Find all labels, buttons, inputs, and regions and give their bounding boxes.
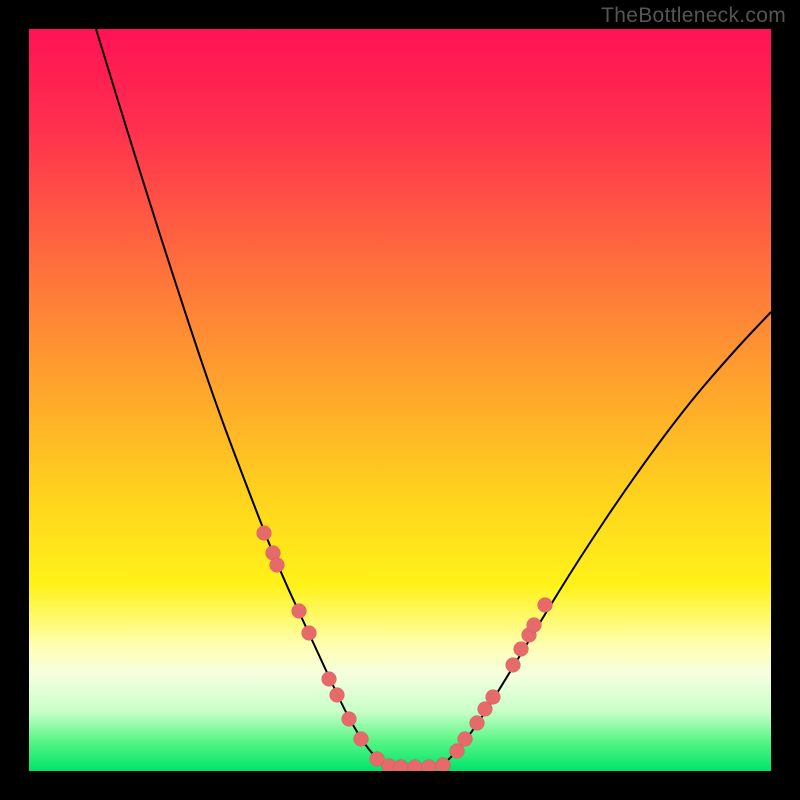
curve-left-branch — [96, 29, 387, 767]
data-marker — [506, 658, 521, 673]
data-marker — [470, 716, 485, 731]
data-marker — [514, 642, 529, 657]
watermark-text: TheBottleneck.com — [601, 4, 786, 28]
data-marker — [292, 604, 307, 619]
data-marker — [527, 618, 542, 633]
data-marker — [342, 712, 357, 727]
chart-frame: TheBottleneck.com — [0, 0, 800, 800]
data-marker — [408, 760, 423, 772]
data-marker — [270, 558, 285, 573]
plot-area — [29, 29, 771, 771]
data-marker — [394, 760, 409, 772]
data-marker — [354, 732, 369, 747]
chart-svg — [29, 29, 771, 771]
data-marker — [322, 672, 337, 687]
data-marker — [486, 690, 501, 705]
data-marker — [436, 758, 451, 772]
data-marker — [330, 688, 345, 703]
data-marker — [257, 526, 272, 541]
data-marker — [422, 760, 437, 772]
data-marker — [458, 732, 473, 747]
data-marker — [538, 598, 553, 613]
data-marker — [302, 626, 317, 641]
